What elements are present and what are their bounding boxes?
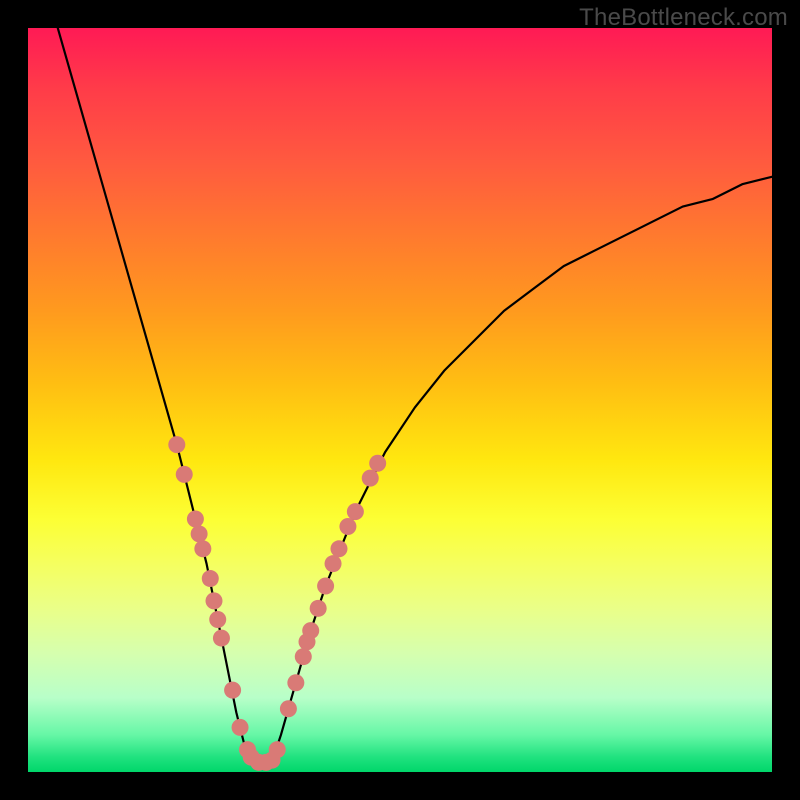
data-point: [209, 611, 226, 628]
data-point: [302, 622, 319, 639]
plot-area: [28, 28, 772, 772]
data-point: [317, 578, 334, 595]
data-point: [213, 630, 230, 647]
data-point: [232, 719, 249, 736]
data-point: [206, 592, 223, 609]
data-point: [176, 466, 193, 483]
data-point: [287, 674, 304, 691]
data-point: [325, 555, 342, 572]
data-point: [168, 436, 185, 453]
data-point: [330, 540, 347, 557]
data-point: [310, 600, 327, 617]
data-point: [347, 503, 364, 520]
data-point: [369, 455, 386, 472]
data-point: [191, 525, 208, 542]
data-point: [280, 700, 297, 717]
data-point: [187, 511, 204, 528]
data-point: [339, 518, 356, 535]
data-point: [224, 682, 241, 699]
chart-overlay-svg: [28, 28, 772, 772]
data-point: [202, 570, 219, 587]
chart-frame: TheBottleneck.com: [0, 0, 800, 800]
highlighted-points-group: [168, 436, 386, 771]
data-point: [362, 470, 379, 487]
data-point: [269, 741, 286, 758]
bottleneck-curve-line: [58, 28, 772, 765]
data-point: [295, 648, 312, 665]
data-point: [194, 540, 211, 557]
